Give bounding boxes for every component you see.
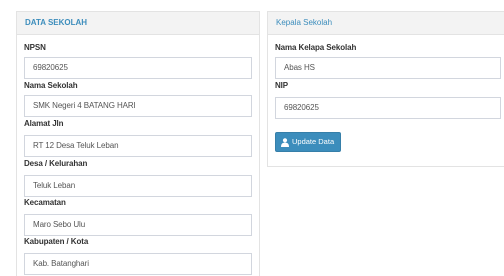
village-label: Desa / Kelurahan <box>24 159 88 168</box>
principal-panel: Kepala Sekolah Nama Kelapa Sekolah Abas … <box>267 11 504 167</box>
school-data-panel-title: DATA SEKOLAH <box>17 12 259 35</box>
district-label: Kecamatan <box>24 198 66 207</box>
school-data-panel: DATA SEKOLAH NPSN 69820625 Nama Sekolah … <box>16 11 260 276</box>
regency-field[interactable]: Kab. Batanghari <box>24 253 252 275</box>
district-field[interactable]: Maro Sebo Ulu <box>24 214 252 236</box>
school-name-label: Nama Sekolah <box>24 81 78 90</box>
update-data-button[interactable]: Update Data <box>275 132 342 152</box>
nip-field[interactable]: 69820625 <box>275 97 501 119</box>
principal-panel-title: Kepala Sekolah <box>268 12 504 35</box>
school-name-field[interactable]: SMK Negeri 4 BATANG HARI <box>24 95 252 117</box>
nip-label: NIP <box>275 81 289 90</box>
user-icon <box>281 137 289 147</box>
npsn-label: NPSN <box>24 43 46 52</box>
principal-name-label: Nama Kelapa Sekolah <box>275 43 357 52</box>
principal-name-field[interactable]: Abas HS <box>275 57 501 79</box>
address-label: Alamat Jln <box>24 119 64 128</box>
npsn-field[interactable]: 69820625 <box>24 57 252 79</box>
regency-label: Kabupaten / Kota <box>24 237 89 246</box>
village-field[interactable]: Teluk Leban <box>24 175 252 197</box>
address-field[interactable]: RT 12 Desa Teluk Leban <box>24 135 252 157</box>
update-data-button-label: Update Data <box>292 137 335 146</box>
